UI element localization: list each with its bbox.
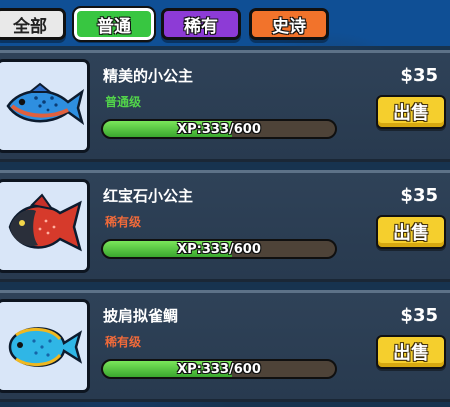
xp-progress-bar: XP:333/600 bbox=[101, 119, 337, 139]
xp-progress-bar: XP:333/600 bbox=[101, 239, 337, 259]
fish-thumbnail bbox=[0, 299, 90, 393]
xp-text: XP:333/600 bbox=[177, 361, 261, 377]
xp-text: XP:333/600 bbox=[177, 121, 261, 137]
sell-button[interactable]: 出售 bbox=[376, 215, 446, 249]
xp-text: XP:333/600 bbox=[177, 241, 261, 257]
price-label: $35 bbox=[400, 65, 438, 86]
sell-button[interactable]: 出售 bbox=[376, 95, 446, 129]
tab-epic[interactable]: 史诗 bbox=[249, 8, 329, 40]
fish-name: 精美的小公主 bbox=[103, 67, 194, 85]
fish-thumbnail bbox=[0, 179, 90, 273]
rarity-label: 稀有级 bbox=[105, 215, 142, 229]
rarity-label: 普通级 bbox=[105, 95, 142, 109]
sell-button[interactable]: 出售 bbox=[376, 335, 446, 369]
fish-card: 精美的小公主 普通级 XP:333/600 $35 出售 bbox=[0, 50, 450, 162]
red-piranha-fish-icon bbox=[8, 193, 82, 252]
fish-name: 红宝石小公主 bbox=[103, 187, 194, 205]
price-label: $35 bbox=[400, 185, 438, 206]
fish-card: 披肩拟雀鲷 稀有级 XP:333/600 $35 出售 bbox=[0, 290, 450, 402]
rarity-label: 稀有级 bbox=[105, 335, 142, 349]
rarity-tab-bar: 全部 普通 稀有 史诗 bbox=[0, 0, 450, 46]
tab-all[interactable]: 全部 bbox=[0, 8, 66, 40]
tab-rare[interactable]: 稀有 bbox=[161, 8, 241, 40]
price-label: $35 bbox=[400, 305, 438, 326]
fish-name: 披肩拟雀鲷 bbox=[103, 307, 179, 325]
fish-card: 红宝石小公主 稀有级 XP:333/600 $35 出售 bbox=[0, 170, 450, 282]
fish-thumbnail bbox=[0, 59, 90, 153]
xp-progress-bar: XP:333/600 bbox=[101, 359, 337, 379]
blue-spotted-fish-icon bbox=[6, 82, 84, 125]
blue-round-fish-icon bbox=[8, 327, 83, 367]
tab-common[interactable]: 普通 bbox=[72, 6, 156, 42]
